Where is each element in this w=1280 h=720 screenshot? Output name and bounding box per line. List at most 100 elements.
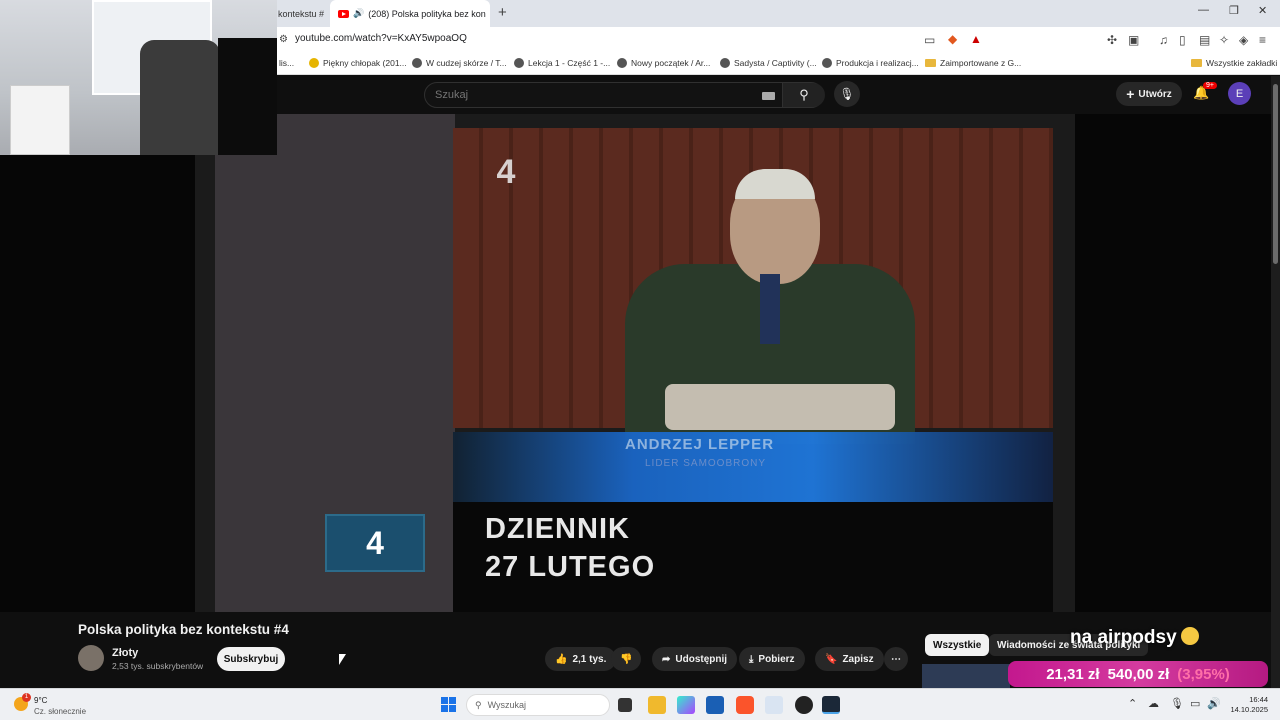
cast-icon[interactable]: ▭ xyxy=(924,33,935,47)
site-info-icon[interactable]: ⚙ xyxy=(279,34,288,45)
copilot-icon[interactable] xyxy=(677,696,695,714)
dislike-button[interactable]: 👎 xyxy=(611,647,642,671)
bookmark-item[interactable]: Nowy początek / Ar... xyxy=(617,58,710,68)
bookmark-label: Piękny chłopak (201... xyxy=(323,58,407,68)
tv-channel-logo: 4 xyxy=(325,514,425,572)
save-label: Zapisz xyxy=(842,653,874,665)
stream-overlay-text: na airpodsy xyxy=(1070,627,1199,649)
chip-all[interactable]: Wszystkie xyxy=(925,634,990,656)
share-button[interactable]: ➦ Udostępnij xyxy=(652,647,738,671)
search-input[interactable] xyxy=(435,87,745,103)
subscriber-count: 2,53 tys. subskrybentów xyxy=(112,661,204,671)
store-icon[interactable] xyxy=(706,696,724,714)
voice-search-button[interactable]: 🎙 xyxy=(834,81,860,107)
speaker-tie xyxy=(760,274,780,344)
search-button[interactable]: ⚲ xyxy=(782,83,825,107)
brave-shield-icon[interactable]: ◆ xyxy=(948,32,957,46)
microphone-icon[interactable]: 🎙 xyxy=(1170,697,1184,710)
extensions-icon[interactable]: ✣ xyxy=(1107,33,1117,47)
globe-icon xyxy=(720,58,730,68)
steam-icon[interactable] xyxy=(822,696,840,714)
avatar[interactable]: E xyxy=(1228,82,1251,105)
ticker-goal: 540,00 zł xyxy=(1107,665,1170,683)
globe-icon xyxy=(822,58,832,68)
taskbar-search-placeholder: Wyszukaj xyxy=(487,700,527,710)
clock-date: 14.10.2025 xyxy=(1230,705,1268,714)
new-tab-button[interactable]: + xyxy=(498,4,507,21)
minimize-icon[interactable]: — xyxy=(1198,4,1209,16)
sidebar-icon[interactable]: ▯ xyxy=(1179,33,1186,47)
webcam-shadow xyxy=(218,38,277,155)
like-count: 2,1 tys. xyxy=(572,653,607,665)
bookmark-item[interactable]: Piękny chłopak (201... xyxy=(309,58,407,68)
bookmark-item[interactable]: W cudzej skórze / T... xyxy=(412,58,507,68)
tab-active[interactable]: 🔊 (208) Polska polityka bez kon ✕ xyxy=(330,0,490,27)
start-button[interactable] xyxy=(441,697,456,712)
save-button[interactable]: 🔖 Zapisz xyxy=(815,647,884,671)
vpn-icon[interactable]: ◈ xyxy=(1239,33,1248,47)
webcam-air-conditioner xyxy=(10,85,70,155)
bookmark-label: Zaimportowane z G... xyxy=(940,58,1022,68)
system-clock[interactable]: 16:44 14.10.2025 xyxy=(1228,695,1268,715)
create-button[interactable]: + Utwórz xyxy=(1116,82,1182,106)
task-view-icon[interactable] xyxy=(618,698,632,712)
volume-icon[interactable]: 🔊 xyxy=(1207,697,1221,710)
cloud-icon[interactable]: ☁ xyxy=(1148,697,1159,710)
more-actions-button[interactable]: ⋯ xyxy=(884,647,908,671)
restore-icon[interactable]: ❐ xyxy=(1229,4,1239,17)
keyboard-icon[interactable] xyxy=(762,92,775,100)
emoji-icon xyxy=(1180,627,1199,645)
tv-channel-watermark: 4 xyxy=(496,152,516,191)
thumbs-down-icon: 👎 xyxy=(620,653,633,665)
bookmark-item[interactable]: Produkcja i realizacj... xyxy=(822,58,919,68)
weather-desc: Cz. słonecznie xyxy=(34,707,87,716)
video-frame: ANDRZEJ LEPPER LIDER SAMOOBRONY DZIENNIK… xyxy=(195,114,1075,612)
bookmark-label: lis... xyxy=(279,58,295,68)
all-bookmarks[interactable]: Wszystkie zakładki xyxy=(1191,58,1277,68)
globe-icon xyxy=(412,58,422,68)
menu-icon[interactable]: ≡ xyxy=(1259,33,1266,47)
thumbs-up-icon: 👍 xyxy=(555,653,568,665)
create-label: Utwórz xyxy=(1138,88,1172,100)
bookmark-item[interactable]: lis... xyxy=(279,58,294,68)
bookmark-label: Produkcja i realizacj... xyxy=(836,58,919,68)
obs-icon[interactable] xyxy=(795,696,813,714)
subscribe-button[interactable]: Subskrybuj xyxy=(217,647,285,671)
ticker-amount: 21,31 zł xyxy=(1046,665,1100,683)
leo-ai-icon[interactable]: ✧ xyxy=(1219,33,1229,47)
url-field[interactable]: youtube.com/watch?v=KxAY5wpoaOQ xyxy=(295,33,467,44)
temperature: 9°C xyxy=(34,696,48,705)
more-icon: ⋯ xyxy=(891,653,901,665)
weather-widget[interactable]: 1 9°C Cz. słonecznie xyxy=(14,693,87,717)
wallet-icon[interactable]: ▤ xyxy=(1199,33,1210,47)
brave-icon[interactable] xyxy=(736,696,754,714)
page-scrollbar[interactable] xyxy=(1271,76,1280,688)
tab-previous[interactable]: kontekstu # xyxy=(278,0,330,27)
bookmark-folder[interactable]: Zaimportowane z G... xyxy=(925,58,1021,68)
network-icon[interactable]: ▭ xyxy=(1190,697,1200,710)
folder-icon xyxy=(1191,59,1202,67)
speaker-icon: 🔊 xyxy=(353,8,365,18)
channel-name[interactable]: Złoty xyxy=(112,647,138,659)
channel-avatar[interactable] xyxy=(78,645,104,671)
bookmark-label: Lekcja 1 - Część 1 -... xyxy=(528,58,611,68)
tab-active-label: (208) Polska polityka bez kon xyxy=(368,8,486,19)
folder-icon xyxy=(925,59,936,67)
chevron-up-icon[interactable]: ⌃ xyxy=(1128,697,1137,710)
media-icon[interactable]: ♫ xyxy=(1159,33,1168,47)
file-explorer-icon[interactable] xyxy=(648,696,666,714)
download-button[interactable]: ⤓ Pobierz xyxy=(739,647,805,671)
taskbar-search[interactable]: ⚲ Wyszukaj xyxy=(466,694,610,716)
notifications-badge: 9+ xyxy=(1203,82,1217,89)
bookmark-item[interactable]: Lekcja 1 - Część 1 -... xyxy=(514,58,610,68)
news-title-overlay: DZIENNIK 27 LUTEGO xyxy=(485,513,656,583)
recommended-thumbnail[interactable] xyxy=(922,664,1010,690)
tab-search-icon[interactable]: ▣ xyxy=(1128,33,1139,47)
app-icon[interactable] xyxy=(765,696,783,714)
like-button[interactable]: 👍 2,1 tys. xyxy=(545,647,617,671)
brave-rewards-icon[interactable]: ▲ xyxy=(970,32,982,46)
close-window-icon[interactable]: ✕ xyxy=(1258,4,1267,17)
video-player[interactable]: ANDRZEJ LEPPER LIDER SAMOOBRONY DZIENNIK… xyxy=(0,114,1280,612)
scrollbar-thumb[interactable] xyxy=(1273,84,1278,264)
bookmark-item[interactable]: Sadysta / Captivity (... xyxy=(720,58,817,68)
